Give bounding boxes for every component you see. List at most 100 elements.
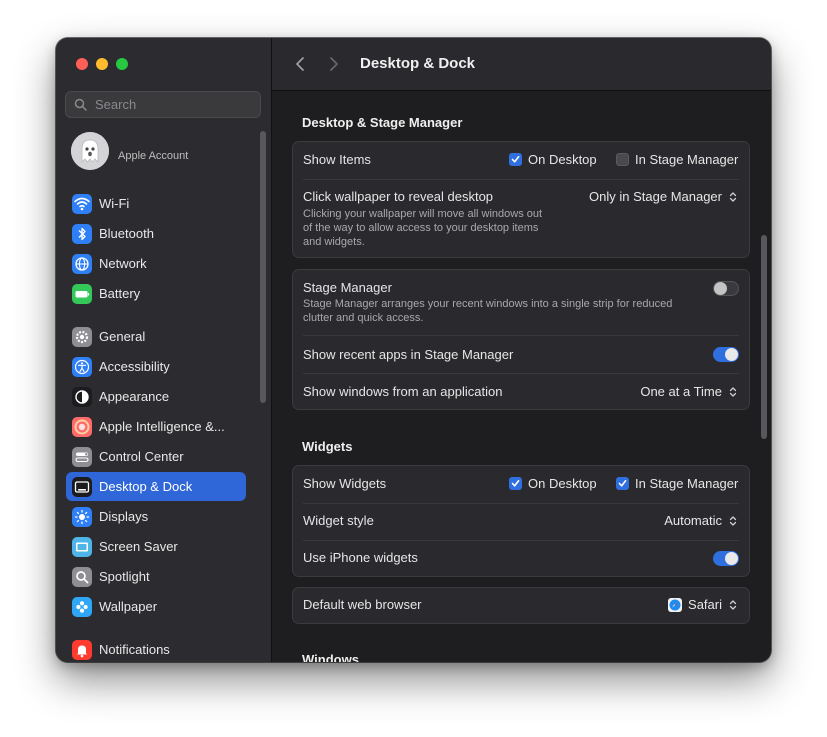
iphone-widgets-toggle[interactable]	[713, 551, 739, 566]
page-title: Desktop & Dock	[360, 55, 476, 72]
chevron-right-icon	[330, 57, 338, 71]
back-button[interactable]	[291, 54, 309, 74]
content-scrollbar[interactable]	[761, 235, 767, 439]
displays-icon	[72, 506, 92, 527]
sidebar-item-bluetooth[interactable]: Bluetooth	[66, 219, 246, 248]
up-down-chevron-icon	[727, 189, 739, 204]
popup-value: Automatic	[664, 513, 722, 528]
sidebar-item-label: Wi-Fi	[99, 196, 130, 211]
widget-style-popup[interactable]: Automatic	[664, 513, 739, 528]
divider	[303, 179, 739, 180]
sidebar-item-label: Spotlight	[99, 569, 150, 584]
sidebar-item-label: General	[99, 329, 146, 344]
sidebar-item-label: Displays	[99, 509, 149, 524]
toggle-knob	[725, 552, 738, 565]
stage-manager-row: Stage Manager Stage Manager arranges you…	[303, 280, 739, 324]
show-items-on-desktop-checkbox[interactable]: On Desktop	[509, 152, 597, 167]
sidebar-scrollbar[interactable]	[260, 131, 266, 403]
description-line: Stage Manager arranges your recent windo…	[303, 298, 673, 310]
default-browser-label: Default web browser	[303, 597, 422, 612]
desktop-dock-icon	[72, 476, 92, 497]
sidebar-item-notifications[interactable]: Notifications	[66, 635, 246, 662]
avatar	[71, 132, 109, 170]
sidebar-item-wallpaper[interactable]: Wallpaper	[66, 592, 246, 621]
click-wallpaper-label: Click wallpaper to reveal desktop	[303, 189, 494, 204]
up-down-chevron-icon	[727, 513, 739, 528]
control-center-icon	[72, 446, 92, 467]
windows-from-app-label: Show windows from an application	[303, 384, 503, 399]
appearance-icon	[72, 386, 92, 407]
sidebar-item-wifi[interactable]: Wi-Fi	[66, 189, 246, 218]
checkbox-label: On Desktop	[528, 152, 597, 167]
zoom-button[interactable]	[116, 58, 128, 70]
close-button[interactable]	[76, 58, 88, 70]
sidebar-item-label: Wallpaper	[99, 599, 158, 614]
forward-button[interactable]	[325, 54, 343, 74]
popup-value: Only in Stage Manager	[589, 189, 722, 204]
recent-apps-toggle[interactable]	[713, 347, 739, 362]
default-browser-popup[interactable]: Safari	[668, 597, 739, 612]
sidebar-item-displays[interactable]: Displays	[66, 502, 246, 531]
checkmark-icon	[618, 480, 627, 487]
divider	[303, 335, 739, 336]
toggle-knob	[714, 282, 727, 295]
toggle-knob	[725, 348, 738, 361]
description-line: Clicking your wallpaper will move all wi…	[303, 208, 543, 220]
windows-from-app-popup[interactable]: One at a Time	[640, 384, 739, 399]
sidebar-item-desktop-dock[interactable]: Desktop & Dock	[66, 472, 246, 501]
notifications-icon	[72, 639, 92, 660]
battery-icon	[72, 283, 92, 304]
search-icon	[74, 98, 87, 111]
checkbox-unchecked[interactable]	[616, 153, 629, 166]
sidebar-item-accessibility[interactable]: Accessibility	[66, 352, 246, 381]
checkbox-checked[interactable]	[509, 477, 522, 490]
stage-manager-toggle[interactable]	[713, 281, 739, 296]
iphone-widgets-row: Use iPhone widgets	[303, 550, 739, 568]
sidebar-item-label: Notifications	[99, 642, 170, 657]
checkmark-icon	[511, 480, 520, 487]
checkbox-checked[interactable]	[509, 153, 522, 166]
bluetooth-icon	[72, 223, 92, 244]
desktop-stage-group: Show Items On Desktop In Stage Manager C…	[292, 141, 750, 258]
sidebar-item-screen-saver[interactable]: Screen Saver	[66, 532, 246, 561]
sidebar-item-globe[interactable]: Network	[66, 249, 246, 278]
minimize-button[interactable]	[96, 58, 108, 70]
search-field[interactable]	[65, 91, 261, 118]
sidebar-item-control-center[interactable]: Control Center	[66, 442, 246, 471]
sidebar-item-appearance[interactable]: Appearance	[66, 382, 246, 411]
description-line: and widgets.	[303, 236, 365, 248]
search-input[interactable]	[93, 96, 257, 113]
wifi-icon	[72, 193, 92, 214]
sidebar-item-apple-intelligence[interactable]: Apple Intelligence &...	[66, 412, 246, 441]
sidebar-item-gear[interactable]: General	[66, 322, 246, 351]
window-controls	[76, 58, 128, 70]
toolbar: Desktop & Dock	[272, 38, 771, 91]
chevron-left-icon	[296, 57, 304, 71]
sidebar-item-label: Battery	[99, 286, 141, 301]
divider	[303, 373, 739, 374]
iphone-widgets-label: Use iPhone widgets	[303, 550, 418, 565]
safari-icon	[668, 597, 683, 612]
wallpaper-icon	[72, 596, 92, 617]
sidebar-item-label: Desktop & Dock	[99, 479, 193, 494]
show-items-stage-manager-checkbox[interactable]: In Stage Manager	[616, 152, 738, 167]
apple-account[interactable]: Apple Account	[71, 132, 188, 170]
account-label: Apple Account	[118, 150, 189, 162]
globe-icon	[72, 253, 92, 274]
widgets-on-desktop-checkbox[interactable]: On Desktop	[509, 476, 597, 491]
divider	[303, 540, 739, 541]
up-down-chevron-icon	[727, 384, 739, 399]
click-wallpaper-popup[interactable]: Only in Stage Manager	[589, 189, 739, 204]
sidebar-item-battery[interactable]: Battery	[66, 279, 246, 308]
section-title-windows: Windows	[302, 652, 359, 662]
apple-intelligence-icon	[72, 416, 92, 437]
section-title-widgets: Widgets	[302, 439, 353, 454]
checkbox-checked[interactable]	[616, 477, 629, 490]
screen-saver-icon	[72, 536, 92, 557]
divider	[303, 503, 739, 504]
sidebar-item-spotlight[interactable]: Spotlight	[66, 562, 246, 591]
sidebar-item-label: Control Center	[99, 449, 184, 464]
description-line: clutter and quick access.	[303, 312, 424, 324]
widgets-stage-manager-checkbox[interactable]: In Stage Manager	[616, 476, 738, 491]
sidebar-item-label: Accessibility	[99, 359, 170, 374]
